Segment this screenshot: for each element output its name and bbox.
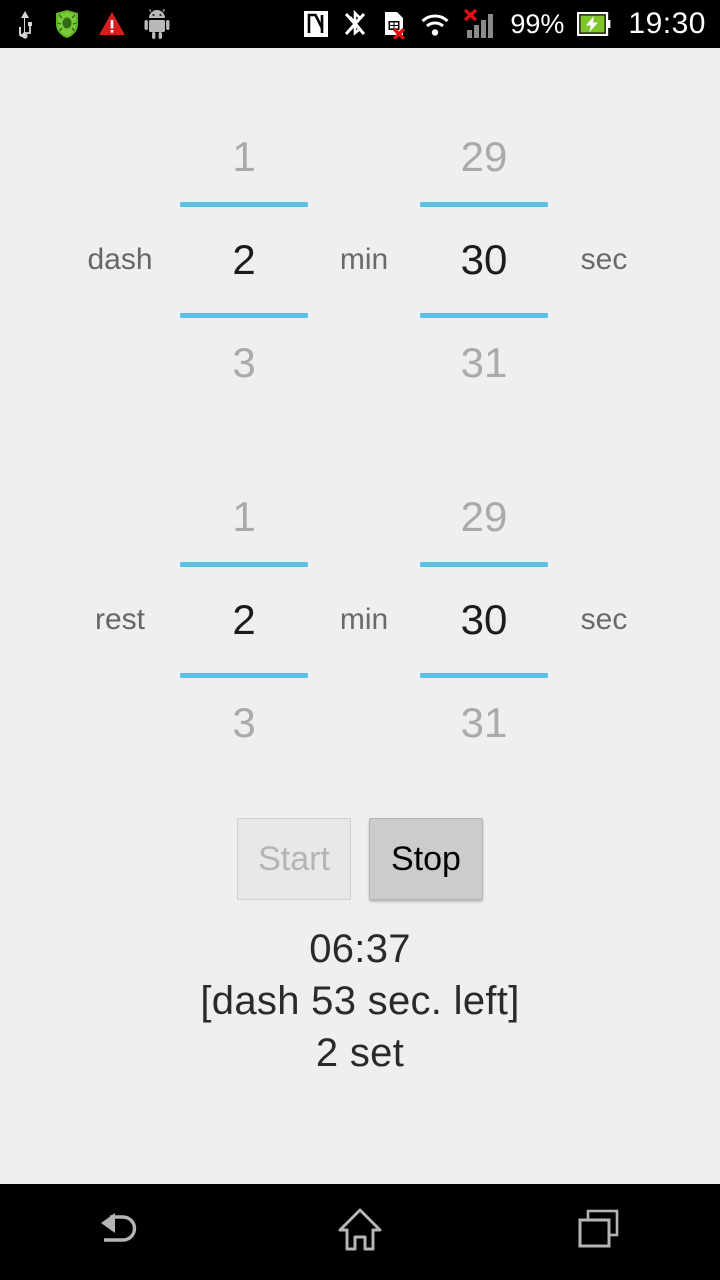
set-count-label: 2 set [315, 1031, 405, 1075]
home-icon [336, 1206, 384, 1259]
rest-seconds-selected-value[interactable]: 30 [420, 567, 548, 673]
timer-readout: 06:37 [dash 53 sec. left] 2 set [0, 923, 720, 1079]
nav-home-button[interactable] [280, 1184, 440, 1280]
dash-minutes-unit-label: min [339, 243, 389, 276]
status-bar-right-icons: 99% 19:30 [303, 8, 706, 40]
timer-controls: Start Stop [0, 818, 720, 900]
app-content: dash 1 2 3 min 29 30 31 sec rest 1 2 3 m… [0, 48, 720, 1184]
usb-icon [14, 8, 36, 40]
rest-minutes-selected-value[interactable]: 2 [180, 567, 308, 673]
start-button[interactable]: Start [237, 818, 351, 900]
nav-back-button[interactable] [40, 1184, 200, 1280]
rest-minutes-picker[interactable]: 1 2 3 [180, 470, 308, 770]
dash-row-label: dash [87, 243, 153, 276]
dash-minutes-selected-value[interactable]: 2 [180, 207, 308, 313]
dash-seconds-picker[interactable]: 29 30 31 [420, 110, 548, 410]
nav-recents-button[interactable] [520, 1184, 680, 1280]
rest-seconds-unit-label: sec [580, 603, 628, 636]
dash-seconds-previous-value[interactable]: 29 [420, 112, 548, 202]
back-arrow-icon [93, 1208, 147, 1257]
rest-minutes-previous-value[interactable]: 1 [180, 472, 308, 562]
rest-seconds-next-value[interactable]: 31 [420, 678, 548, 768]
dash-seconds-unit-label: sec [580, 243, 628, 276]
dash-minutes-previous-value[interactable]: 1 [180, 112, 308, 202]
bluetooth-disabled-icon [342, 8, 368, 40]
battery-percent-label: 99% [510, 8, 565, 39]
status-bar-left-icons [14, 8, 170, 40]
stop-button[interactable]: Stop [369, 818, 483, 900]
rest-interval-row: rest 1 2 3 min 29 30 31 sec [0, 470, 720, 770]
rest-seconds-previous-value[interactable]: 29 [420, 472, 548, 562]
android-robot-icon [144, 8, 170, 40]
android-navigation-bar [0, 1184, 720, 1280]
dash-seconds-next-value[interactable]: 31 [420, 318, 548, 408]
nfc-icon [303, 8, 329, 40]
elapsed-time-label: 06:37 [309, 927, 411, 971]
dash-minutes-next-value[interactable]: 3 [180, 318, 308, 408]
rest-minutes-unit-label: min [339, 603, 389, 636]
cellular-signal-no-service-icon [463, 8, 497, 40]
dash-interval-row: dash 1 2 3 min 29 30 31 sec [0, 110, 720, 410]
wifi-icon [420, 8, 450, 40]
warning-triangle-icon [98, 8, 126, 40]
antivirus-shield-icon [54, 8, 80, 40]
rest-minutes-next-value[interactable]: 3 [180, 678, 308, 768]
status-bar: 99% 19:30 [0, 0, 720, 48]
rest-row-label: rest [94, 603, 145, 636]
status-bar-clock: 19:30 [628, 7, 706, 40]
rest-seconds-picker[interactable]: 29 30 31 [420, 470, 548, 770]
recent-apps-icon [575, 1207, 625, 1258]
dash-seconds-selected-value[interactable]: 30 [420, 207, 548, 313]
battery-charging-icon [577, 8, 611, 40]
dash-minutes-picker[interactable]: 1 2 3 [180, 110, 308, 410]
sim-card-missing-icon [381, 8, 407, 40]
current-phase-label: [dash 53 sec. left] [200, 979, 520, 1023]
